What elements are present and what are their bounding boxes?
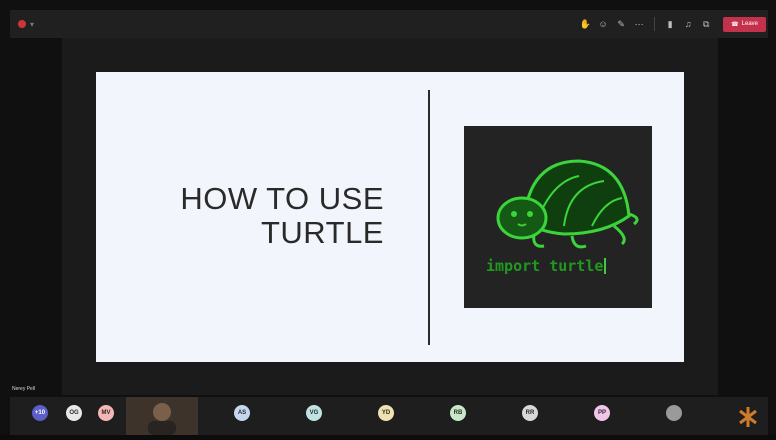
slide-title: HOW TO USE TURTLE [124,182,384,250]
slide-divider [428,90,430,345]
avatar: RR [522,405,538,421]
participant-tile[interactable]: RR [500,397,564,435]
reactions-icon[interactable]: ☺ [594,19,612,29]
participants-strip: +10 OG MV AS VG YD RB RR PP [10,397,768,435]
chevron-down-icon[interactable]: ▾ [30,20,34,29]
participant-tile[interactable]: PP [572,397,636,435]
raise-hand-icon[interactable]: ✋ [576,19,594,30]
avatar: AS [234,405,250,421]
share-screen-icon[interactable]: ⧉ [697,19,715,30]
avatar: PP [594,405,610,421]
more-icon[interactable]: ⋯ [630,19,648,30]
avatar: RB [450,405,466,421]
leave-button[interactable]: ☎ Leave [723,16,766,32]
toolbar-divider [654,17,656,31]
self-view-tile[interactable] [728,397,768,435]
camera-icon[interactable]: ▮ [661,19,679,30]
presentation-slide: HOW TO USE TURTLE import turtle [96,72,684,362]
meeting-toolbar: ▾ ✋ ☺ ✎ ⋯ ▮ ♫ ⧉ ☎ Leave [10,10,768,38]
slide-title-line-1: HOW TO USE [180,181,384,216]
self-view-icon [739,407,757,427]
chat-icon[interactable]: ✎ [612,19,630,30]
presenter-name: Nerey Pell [12,386,36,392]
avatar: VG [306,405,322,421]
mic-icon[interactable]: ♫ [679,19,697,29]
participant-tile[interactable]: YD [356,397,420,435]
participant-tile[interactable] [644,397,708,435]
phone-icon: ☎ [731,21,739,28]
text-cursor [604,258,607,274]
participant-video-tile[interactable] [126,397,198,435]
slide-title-line-2: TURTLE [260,215,384,250]
participant-tile[interactable]: VG [284,397,348,435]
turtle-logo-icon [496,159,639,249]
avatar: MV [98,405,114,421]
leave-label: Leave [741,21,758,27]
avatar: YD [378,405,394,421]
participant-tile[interactable]: RB [428,397,492,435]
participant-video-icon [126,397,198,435]
participant-tile[interactable]: AS [212,397,276,435]
photo-avatar-icon [666,405,682,421]
record-indicator-icon[interactable] [18,20,26,28]
turtle-illustration: import turtle [464,126,652,308]
code-text: import turtle [486,257,604,275]
import-turtle-code: import turtle [486,257,607,275]
